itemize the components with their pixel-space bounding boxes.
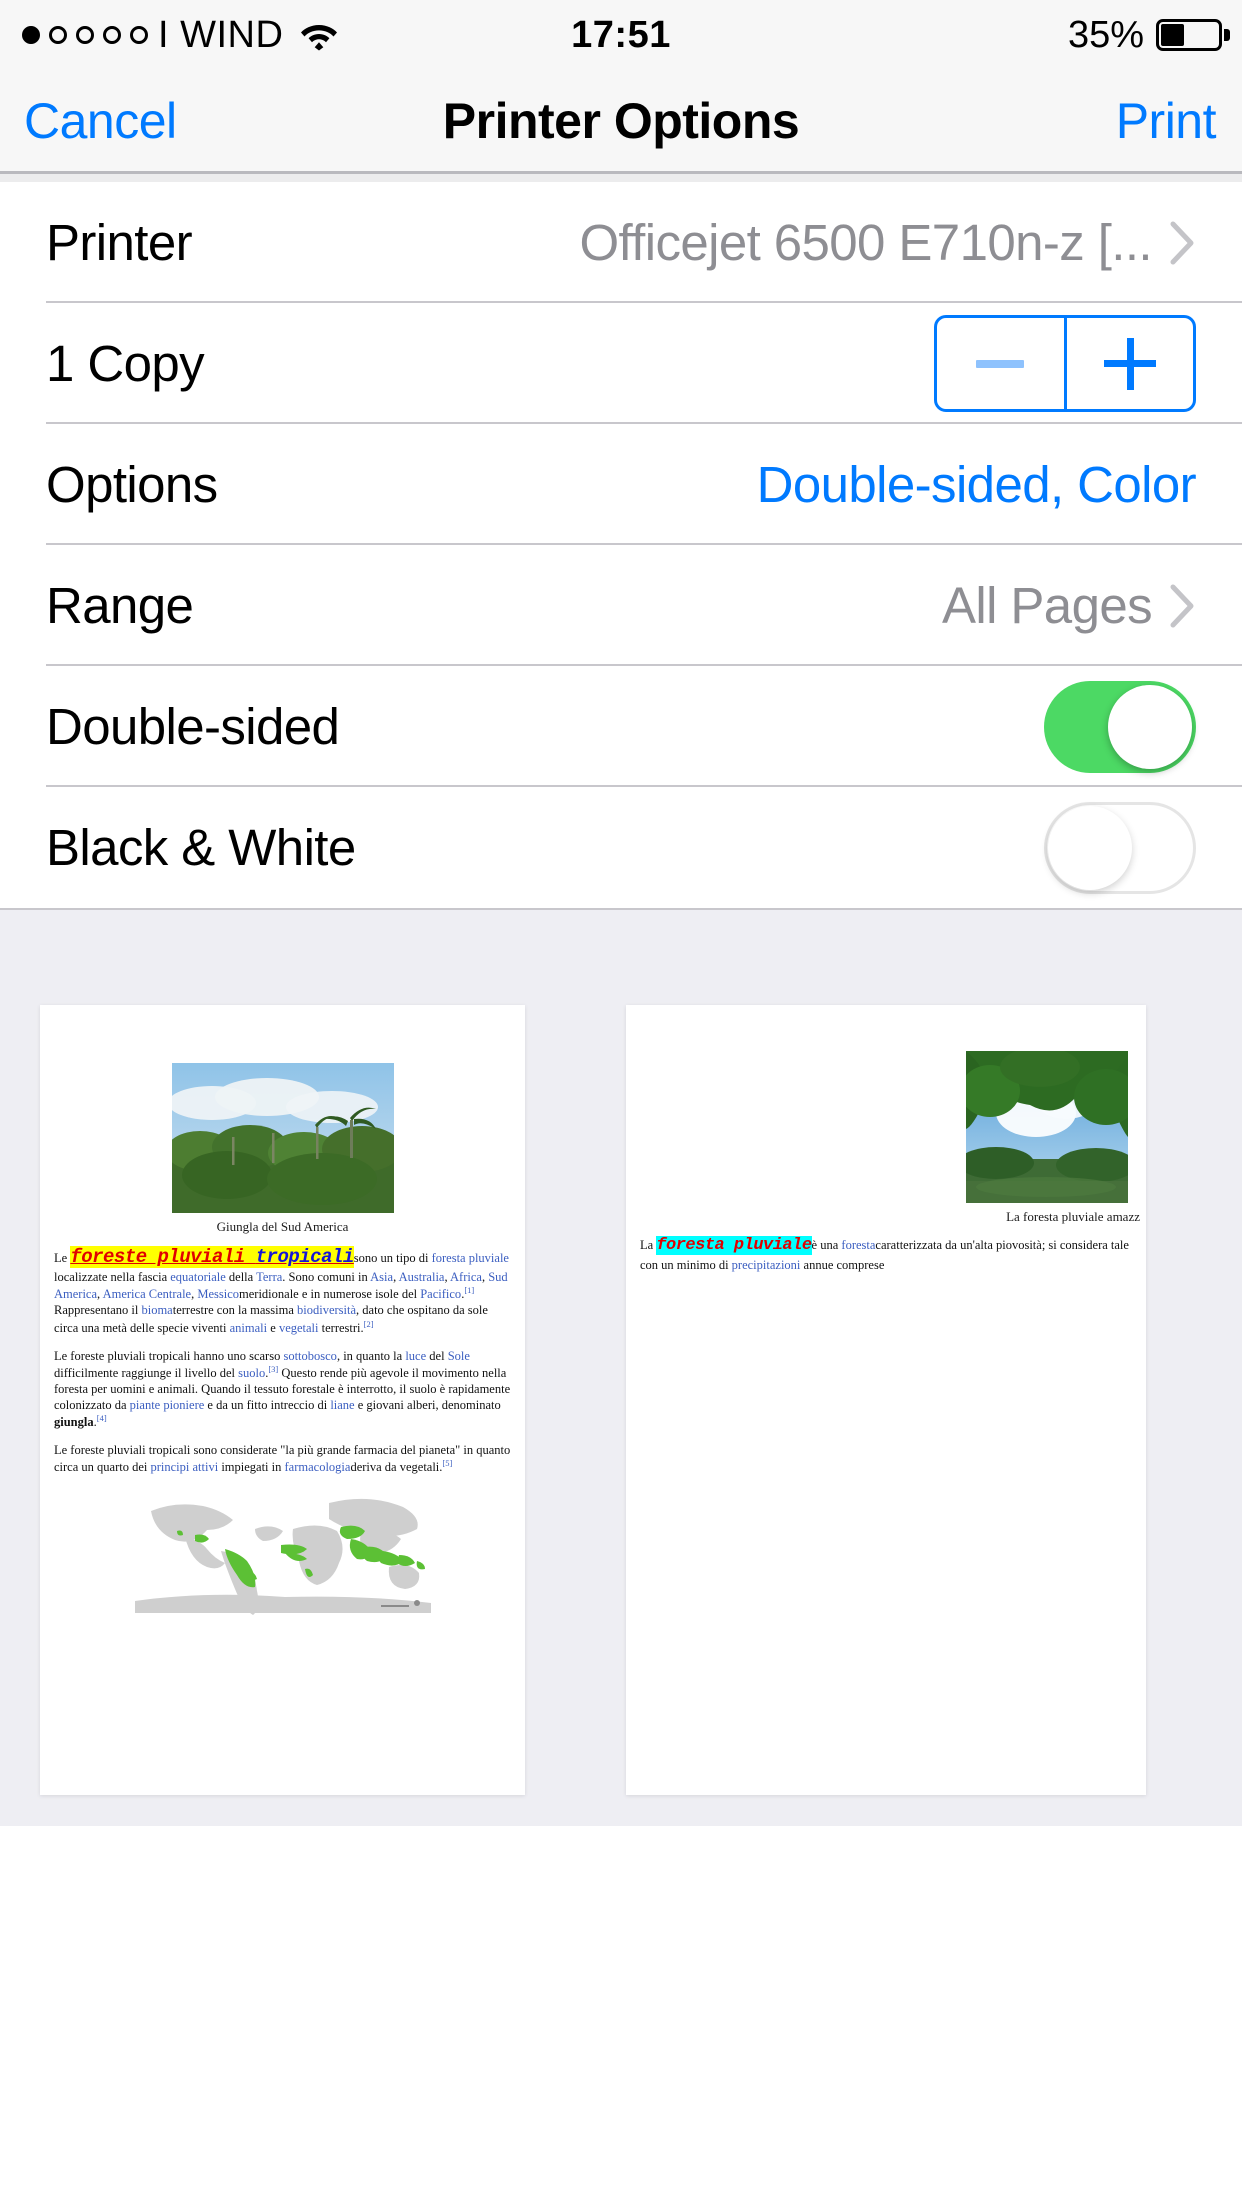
print-button[interactable]: Print xyxy=(1116,92,1217,150)
figure-caption-2: La foresta pluviale amazz xyxy=(1006,1209,1140,1224)
toggle-knob xyxy=(1048,805,1132,890)
printer-options-table: Printer Officejet 6500 E710n-z [... 1 Co… xyxy=(0,182,1242,908)
status-bar: I WIND 17:51 35% xyxy=(0,0,1242,70)
battery-percentage: 35% xyxy=(1067,13,1144,56)
chevron-right-icon xyxy=(1170,221,1196,265)
navigation-bar: Cancel Printer Options Print xyxy=(0,70,1242,174)
lead-paragraph-1: Le foreste pluviali tropicalisono un tip… xyxy=(54,1245,511,1336)
copies-stepper[interactable] xyxy=(934,315,1196,412)
plus-icon xyxy=(1103,337,1156,390)
row-double-sided-label: Double-sided xyxy=(46,698,340,755)
lead-prefix-2: La xyxy=(640,1238,657,1252)
row-options-value: Double-sided, Color xyxy=(756,456,1196,513)
page-title: Printer Options xyxy=(442,92,800,149)
lead-prefix: Le xyxy=(54,1251,71,1265)
amazon-rainforest-photo xyxy=(966,1051,1128,1203)
black-and-white-toggle[interactable] xyxy=(1044,801,1196,894)
row-options[interactable]: Options Double-sided, Color xyxy=(0,424,1242,545)
printer-options-screen: I WIND 17:51 35% Cancel Printer Options … xyxy=(0,0,1242,2208)
row-printer[interactable]: Printer Officejet 6500 E710n-z [... xyxy=(0,182,1242,303)
highlight-blue-part: tropicali xyxy=(255,1246,355,1268)
navbar-underlay xyxy=(0,174,1242,182)
lead-paragraph-2: La foresta pluvialeè una forestacaratter… xyxy=(640,1235,1146,1273)
preview-body-1: Le foreste pluviali tropicalisono un tip… xyxy=(40,1245,525,1475)
row-black-and-white: Black & White xyxy=(0,787,1242,908)
row-copies: 1 Copy xyxy=(0,303,1242,424)
toggle-knob xyxy=(1108,684,1192,769)
world-distribution-map-icon xyxy=(132,1489,433,1622)
jungle-photo xyxy=(171,1063,394,1213)
row-options-label: Options xyxy=(46,456,218,513)
clock: 17:51 xyxy=(571,13,671,56)
row-printer-label: Printer xyxy=(46,214,193,271)
row-range-label: Range xyxy=(46,577,194,634)
row-printer-value: Officejet 6500 E710n-z [... xyxy=(579,214,1152,271)
minus-icon xyxy=(976,359,1025,368)
highlight-foresta-pluviale: foresta pluviale xyxy=(656,1236,812,1255)
battery-icon xyxy=(1156,19,1230,51)
figure-caption-1: Giungla del Sud America xyxy=(216,1219,349,1234)
highlight-foreste-pluviali-tropicali: foreste pluviali tropicali xyxy=(70,1246,355,1268)
paragraph-2: Le foreste pluviali tropicali hanno uno … xyxy=(54,1348,511,1429)
row-black-and-white-label: Black & White xyxy=(46,819,356,876)
row-double-sided: Double-sided xyxy=(0,666,1242,787)
print-preview-area[interactable]: Giungla del Sud America Le foreste pluvi… xyxy=(0,908,1242,1826)
chevron-right-icon xyxy=(1170,584,1196,628)
decrement-copies-button[interactable] xyxy=(937,318,1064,409)
preview-page-1[interactable]: Giungla del Sud America Le foreste pluvi… xyxy=(40,1005,525,1795)
increment-copies-button[interactable] xyxy=(1067,318,1194,409)
highlight-red-part: foreste pluviali xyxy=(70,1246,256,1268)
row-range-value: All Pages xyxy=(941,577,1152,634)
row-range[interactable]: Range All Pages xyxy=(0,545,1242,666)
double-sided-toggle[interactable] xyxy=(1044,680,1196,773)
status-bar-right: 35% xyxy=(1067,13,1230,57)
preview-page-2[interactable]: La foresta pluviale amazz La foresta plu… xyxy=(626,1005,1146,1795)
paragraph-3: Le foreste pluviali tropicali sono consi… xyxy=(54,1442,511,1475)
row-copies-label: 1 Copy xyxy=(46,335,205,392)
preview-body-2: La foresta pluvialeè una forestacaratter… xyxy=(626,1235,1146,1273)
